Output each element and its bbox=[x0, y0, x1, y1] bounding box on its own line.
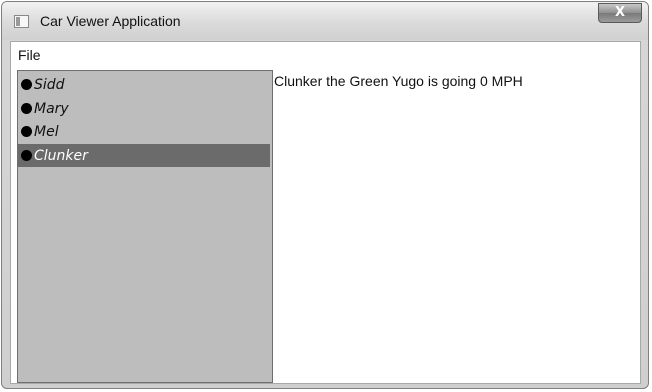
list-item-label: Mel bbox=[34, 123, 59, 140]
list-item-label: Mary bbox=[34, 100, 69, 117]
app-window: Car Viewer Application X File Sidd Mary … bbox=[1, 1, 649, 389]
window-title: Car Viewer Application bbox=[40, 13, 181, 29]
list-item-mary[interactable]: Mary bbox=[18, 97, 270, 120]
bullet-icon bbox=[21, 150, 32, 161]
list-item-clunker[interactable]: Clunker bbox=[18, 144, 270, 167]
title-bar[interactable]: Car Viewer Application X bbox=[2, 2, 648, 40]
list-item-mel[interactable]: Mel bbox=[18, 120, 270, 143]
list-item-label: Clunker bbox=[34, 147, 88, 164]
bullet-icon bbox=[21, 79, 32, 90]
menu-bar: File bbox=[11, 42, 640, 69]
list-item-label: Sidd bbox=[34, 76, 65, 93]
list-item-sidd[interactable]: Sidd bbox=[18, 73, 270, 96]
client-area: File Sidd Mary Mel Clunker Clunker the G… bbox=[10, 41, 641, 384]
car-detail-text: Clunker the Green Yugo is going 0 MPH bbox=[274, 73, 523, 89]
car-list[interactable]: Sidd Mary Mel Clunker bbox=[17, 70, 273, 383]
bullet-icon bbox=[21, 103, 32, 114]
close-button[interactable]: X bbox=[598, 3, 642, 23]
bullet-icon bbox=[21, 126, 32, 137]
app-window-icon[interactable] bbox=[14, 15, 29, 28]
menu-item-file[interactable]: File bbox=[18, 47, 41, 63]
